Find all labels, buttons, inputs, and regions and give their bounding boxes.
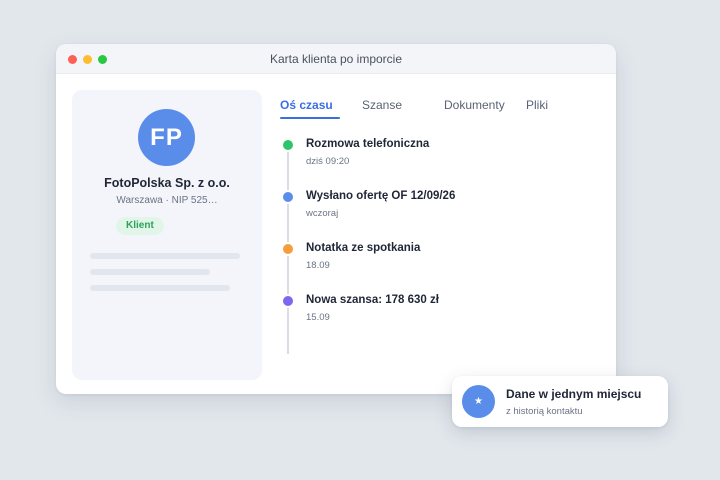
- timeline-item-title: Notatka ze spotkania: [306, 242, 421, 254]
- timeline-item-title: Wysłano ofertę OF 12/09/26: [306, 190, 456, 202]
- avatar: FP: [138, 109, 195, 166]
- company-location-nip: Warszawa · NIP 525…: [116, 195, 218, 206]
- timeline-item-time: dziś 09:20: [306, 156, 350, 167]
- tab-files[interactable]: Pliki: [526, 98, 548, 112]
- timeline-dot-opportunity: [281, 294, 295, 308]
- company-name: FotoPolska Sp. z o.o.: [104, 176, 230, 190]
- timeline-item-time: 15.09: [306, 312, 330, 323]
- active-tab-indicator: [280, 117, 340, 119]
- timeline-dot-note: [281, 242, 295, 256]
- placeholder-line: [90, 285, 230, 291]
- timeline-item-title: Rozmowa telefoniczna: [306, 138, 430, 150]
- status-badge: Klient: [116, 217, 164, 235]
- info-toast: ★ Dane w jednym miejscu z historią konta…: [452, 376, 668, 427]
- tab-opportunities[interactable]: Szanse: [362, 98, 402, 112]
- toast-subtitle: z historią kontaktu: [506, 406, 583, 417]
- toast-title: Dane w jednym miejscu: [506, 387, 642, 401]
- timeline-dot-call: [281, 138, 295, 152]
- client-profile-card: FP FotoPolska Sp. z o.o. Warszawa · NIP …: [72, 90, 262, 380]
- placeholder-line: [90, 269, 210, 275]
- tab-documents[interactable]: Dokumenty: [444, 98, 505, 112]
- timeline-item-time: 18.09: [306, 260, 330, 271]
- star-icon: ★: [462, 385, 495, 418]
- title-bar: Karta klienta po imporcie: [56, 44, 616, 74]
- timeline-item-time: wczoraj: [306, 208, 339, 219]
- placeholder-line: [90, 253, 240, 259]
- timeline-item-title: Nowa szansa: 178 630 zł: [306, 294, 439, 306]
- timeline-dot-offer: [281, 190, 295, 204]
- window-title: Karta klienta po imporcie: [269, 52, 403, 66]
- client-card-window: Karta klienta po imporcie FP FotoPolska …: [56, 44, 616, 394]
- tab-timeline[interactable]: Oś czasu: [280, 98, 333, 112]
